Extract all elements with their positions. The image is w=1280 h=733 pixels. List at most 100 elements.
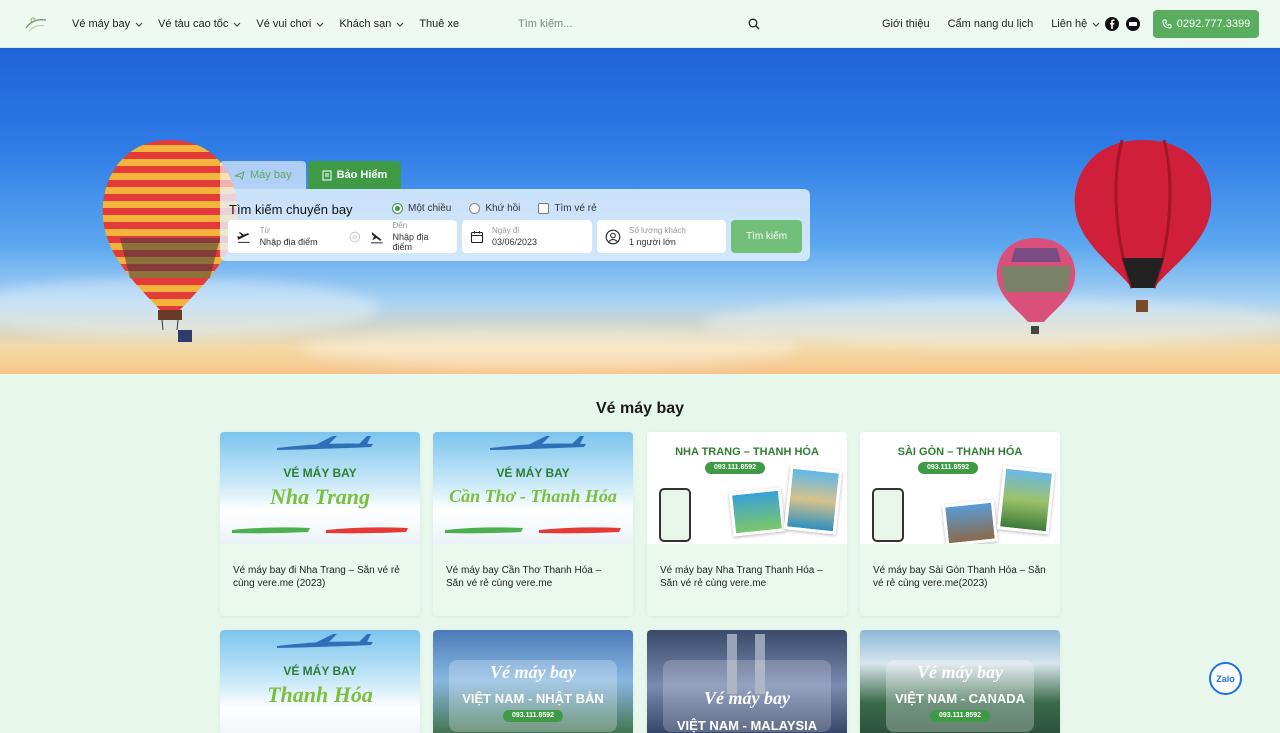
nav-label: Vé máy bay [72, 17, 131, 30]
radio-label: Khứ hồi [485, 203, 521, 214]
thumb-subtitle: Cần Thơ - Thanh Hóa [449, 486, 617, 506]
thumb-phone: 093.111.8592 [705, 462, 765, 474]
checkbox-label: Tìm vé rẻ [554, 203, 597, 214]
to-field[interactable]: Đến Nhập địa điểm [393, 221, 449, 252]
phone-button[interactable]: 0292.777.3399 [1153, 10, 1259, 38]
from-field[interactable]: Từ Nhập địa điểm [260, 226, 342, 247]
passengers-label: Số lượng khách [629, 226, 686, 235]
radio-icon [392, 203, 403, 214]
photo [728, 487, 786, 537]
cloud [300, 328, 800, 368]
swap-icon[interactable] [349, 231, 361, 243]
article-card[interactable]: VÉ MÁY BAY Thanh Hóa [220, 630, 420, 733]
thumb-subtitle: VIỆT NAM - CANADA [895, 691, 1025, 706]
search-icon[interactable] [748, 18, 760, 30]
airplane-icon [490, 436, 586, 450]
thumb-phone: 093.111.8592 [930, 710, 990, 722]
article-thumbnail: Vé máy bay VIỆT NAM - MALAYSIA [647, 630, 847, 733]
thumb-title: Vé máy bay [490, 662, 576, 682]
airplane-icon [277, 436, 373, 450]
chevron-down-icon [396, 22, 404, 27]
article-card[interactable]: Vé máy bay VIỆT NAM - CANADA 093.111.859… [860, 630, 1060, 733]
article-card[interactable]: VÉ MÁY BAY Cần Thơ - Thanh Hóa Vé máy ba… [433, 432, 633, 616]
thumb-title: Vé máy bay [704, 688, 790, 708]
article-card[interactable]: VÉ MÁY BAY Nha Trang Vé máy bay đi Nha T… [220, 432, 420, 616]
nav-label: Vé vui chơi [256, 17, 312, 30]
search-flights-button[interactable]: Tìm kiếm [731, 220, 802, 253]
nav-item-thue-xe[interactable]: Thuê xe [419, 18, 459, 30]
thumb-title: NHA TRANG – THANH HÓA [675, 446, 819, 458]
logo[interactable] [22, 11, 50, 37]
airplanes-icon [232, 527, 408, 534]
nav-label: Thuê xe [419, 17, 460, 30]
article-title: Vé máy bay Nha Trang Thanh Hóa – Săn vé … [660, 565, 823, 589]
article-card[interactable]: Vé máy bay VIỆT NAM - NHẬT BẢN 093.111.8… [433, 630, 633, 733]
tab-label: Máy bay [250, 169, 292, 181]
phone-mockup [872, 488, 904, 542]
airplane-icon [277, 634, 373, 648]
to-label: Đến [392, 221, 408, 230]
hot-air-balloon-small [996, 238, 1076, 334]
article-thumbnail: SÀI GÒN – THANH HÓA 093.111.8592 [860, 432, 1060, 544]
nav-item-ve-vui-choi[interactable]: Vé vui chơi [256, 18, 325, 30]
date-label: Ngày đi [492, 226, 520, 235]
facebook-icon[interactable] [1105, 17, 1119, 31]
panel-title: Tìm kiếm chuyến bay [229, 202, 353, 217]
nav-label: Khách sạn [339, 17, 392, 30]
article-title: Vé máy bay đi Nha Trang – Săn vé rẻ cùng… [233, 565, 400, 589]
flight-search-panel: Tìm kiếm chuyến bay Một chiều Khứ hồi Tì… [220, 189, 810, 261]
trip-options: Một chiều Khứ hồi Tìm vé rẻ [392, 203, 597, 214]
article-title: Vé máy bay Sài Gòn Thanh Hóa – Săn vé rẻ… [873, 565, 1046, 589]
site-header: Vé máy bay Vé tàu cao tốc Vé vui chơi Kh… [0, 0, 1280, 48]
radio-mot-chieu[interactable]: Một chiều [392, 203, 451, 214]
zalo-chat-button[interactable]: Zalo [1209, 662, 1242, 695]
user-circle-icon [605, 229, 621, 244]
phone-mockup [659, 488, 691, 542]
article-card[interactable]: NHA TRANG – THANH HÓA 093.111.8592 Vé má… [647, 432, 847, 616]
airplanes-icon [445, 527, 621, 534]
zalo-label: Zalo [1216, 673, 1235, 684]
nav-label: Liên hệ [1051, 18, 1088, 30]
article-card[interactable]: Vé máy bay VIỆT NAM - MALAYSIA [647, 630, 847, 733]
nav-item-ve-tau-cao-toc[interactable]: Vé tàu cao tốc [158, 18, 242, 30]
plane-takeoff-icon [237, 231, 250, 243]
chevron-down-icon [135, 22, 143, 27]
thumb-subtitle: Nha Trang [269, 484, 371, 509]
thumb-phone: 093.111.8592 [503, 710, 563, 722]
article-card[interactable]: SÀI GÒN – THANH HÓA 093.111.8592 Vé máy … [860, 432, 1060, 616]
from-placeholder: Nhập địa điểm [259, 237, 318, 247]
article-thumbnail: VÉ MÁY BAY Cần Thơ - Thanh Hóa [433, 432, 633, 544]
nav-item-cam-nang[interactable]: Cẩm nang du lịch [948, 18, 1034, 30]
tab-may-bay[interactable]: Máy bay [220, 161, 306, 189]
document-icon [322, 170, 332, 180]
date-field[interactable]: Ngày đi 03/06/2023 [462, 220, 592, 253]
radio-khu-hoi[interactable]: Khứ hồi [469, 203, 520, 214]
article-thumbnail: VÉ MÁY BAY Thanh Hóa [220, 630, 420, 733]
article-thumbnail: Vé máy bay VIỆT NAM - CANADA 093.111.859… [860, 630, 1060, 733]
checkbox-tim-ve-re[interactable]: Tìm vé rẻ [538, 203, 597, 214]
passengers-value: 1 người lớn [629, 237, 676, 247]
photo [783, 465, 843, 535]
passengers-field[interactable]: Số lượng khách 1 người lớn [597, 220, 726, 253]
search-input[interactable] [518, 18, 748, 30]
thumb-phone: 093.111.8592 [918, 462, 978, 474]
secondary-nav: Giới thiệu Cẩm nang du lịch Liên hệ [882, 0, 1101, 48]
article-title: Vé máy bay Cần Thơ Thanh Hóa – Săn vé rẻ… [446, 565, 602, 589]
nav-item-khach-san[interactable]: Khách sạn [339, 18, 405, 30]
section-title: Vé máy bay [595, 400, 685, 417]
photo [996, 465, 1056, 535]
tab-label: Bảo Hiểm [336, 169, 388, 181]
zalo-social-icon[interactable] [1126, 17, 1140, 31]
nav-item-lien-he[interactable]: Liên hệ [1051, 18, 1101, 30]
hot-air-balloon-left [102, 140, 238, 342]
hot-air-balloon-right [1074, 139, 1212, 312]
radio-icon [469, 203, 481, 214]
article-thumbnail: Vé máy bay VIỆT NAM - NHẬT BẢN 093.111.8… [433, 630, 633, 733]
tab-bao-hiem[interactable]: Bảo Hiểm [307, 161, 402, 189]
nav-item-ve-may-bay[interactable]: Vé máy bay [72, 18, 144, 30]
photo [941, 499, 999, 544]
nav-item-gioi-thieu[interactable]: Giới thiệu [882, 18, 930, 30]
thumb-subtitle: Thanh Hóa [267, 682, 373, 707]
phone-icon [1162, 19, 1172, 29]
radio-label: Một chiều [408, 203, 452, 214]
